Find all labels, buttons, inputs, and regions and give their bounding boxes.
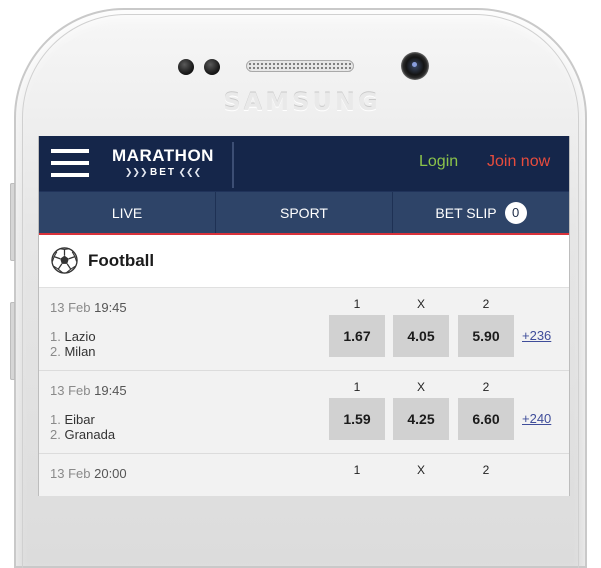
away-team-name: Milan <box>64 344 96 359</box>
column-header-home: 1 <box>353 380 361 394</box>
logo-sub-line: ❯❯❯ BET ❮❮❮ <box>103 166 223 179</box>
odds-away-button[interactable]: 6.60 <box>458 398 514 440</box>
laurel-left-icon: ❯❯❯ <box>124 167 150 177</box>
column-header-home: 1 <box>353 297 361 311</box>
phone-side-button-lower <box>10 302 15 380</box>
login-link[interactable]: Login <box>419 153 458 171</box>
column-header-draw: X <box>416 297 425 311</box>
home-team: 1. Eibar <box>50 412 95 427</box>
main-nav: LIVE SPORT BET SLIP 0 <box>39 191 569 234</box>
column-header-draw: X <box>416 380 425 394</box>
marathonbet-logo[interactable]: MARATHON ❯❯❯ BET ❮❮❮ <box>103 147 223 179</box>
tab-bet-slip-label: BET SLIP <box>435 205 497 221</box>
app-header: MARATHON ❯❯❯ BET ❮❮❮ Login Join now <box>39 136 569 191</box>
proximity-sensor-icon <box>178 59 194 75</box>
match-row: 13 Feb 19:45 1. Lazio 2. Milan 1 X 2 1.6… <box>39 288 569 371</box>
match-date: 13 Feb <box>50 383 91 398</box>
home-team-number: 1. <box>50 412 61 427</box>
front-camera-icon <box>401 52 429 80</box>
match-row: 13 Feb 20:00 1 X 2 <box>39 454 569 496</box>
column-header-away: 2 <box>482 380 490 394</box>
away-team-number: 2. <box>50 344 61 359</box>
match-row: 13 Feb 19:45 1. Eibar 2. Granada 1 X 2 1… <box>39 371 569 454</box>
match-time: 19:45 <box>94 300 127 315</box>
football-icon <box>51 247 78 274</box>
away-team-name: Granada <box>64 427 116 442</box>
away-team: 2. Milan <box>50 344 96 359</box>
odds-home-button[interactable]: 1.59 <box>329 398 385 440</box>
match-time: 20:00 <box>94 466 127 481</box>
column-header-draw: X <box>416 463 425 477</box>
join-now-link[interactable]: Join now <box>487 153 550 171</box>
odds-draw-button[interactable]: 4.25 <box>393 398 449 440</box>
phone-side-button-upper <box>10 183 15 261</box>
column-header-home: 1 <box>353 463 361 477</box>
section-title: Football <box>88 251 155 270</box>
match-date: 13 Feb <box>50 466 91 481</box>
home-team: 1. Lazio <box>50 329 96 344</box>
match-datetime: 13 Feb 19:45 <box>50 383 127 398</box>
bet-slip-count-badge: 0 <box>504 202 527 225</box>
away-team-number: 2. <box>50 427 61 442</box>
home-team-name: Eibar <box>64 412 95 427</box>
light-sensor-icon <box>204 59 220 75</box>
odds-home-button[interactable]: 1.67 <box>329 315 385 357</box>
away-team: 2. Granada <box>50 427 115 442</box>
sport-section-header[interactable]: Football <box>39 235 569 288</box>
tab-live-label: LIVE <box>111 205 143 221</box>
column-header-away: 2 <box>482 463 490 477</box>
earpiece-speaker <box>246 60 354 72</box>
more-markets-link[interactable]: +236 <box>522 328 551 343</box>
match-datetime: 13 Feb 19:45 <box>50 300 127 315</box>
column-header-away: 2 <box>482 297 490 311</box>
match-date: 13 Feb <box>50 300 91 315</box>
tab-sport[interactable]: SPORT <box>216 192 393 234</box>
match-time: 19:45 <box>94 383 127 398</box>
hamburger-menu-icon[interactable] <box>51 149 89 177</box>
home-team-name: Lazio <box>64 329 96 344</box>
header-divider <box>232 142 234 188</box>
match-datetime: 13 Feb 20:00 <box>50 466 127 481</box>
odds-away-button[interactable]: 5.90 <box>458 315 514 357</box>
logo-sub-text: BET <box>150 167 176 178</box>
device-brand-label: SAMSUNG <box>223 88 381 116</box>
logo-main-text: MARATHON <box>112 146 214 165</box>
tab-live[interactable]: LIVE <box>39 192 216 234</box>
phone-screen: MARATHON ❯❯❯ BET ❮❮❮ Login Join now LIVE… <box>38 136 570 496</box>
tab-bet-slip[interactable]: BET SLIP 0 <box>393 192 569 234</box>
more-markets-link[interactable]: +240 <box>522 411 551 426</box>
odds-draw-button[interactable]: 4.05 <box>393 315 449 357</box>
tab-sport-label: SPORT <box>280 205 328 221</box>
laurel-right-icon: ❮❮❮ <box>176 167 202 177</box>
home-team-number: 1. <box>50 329 61 344</box>
